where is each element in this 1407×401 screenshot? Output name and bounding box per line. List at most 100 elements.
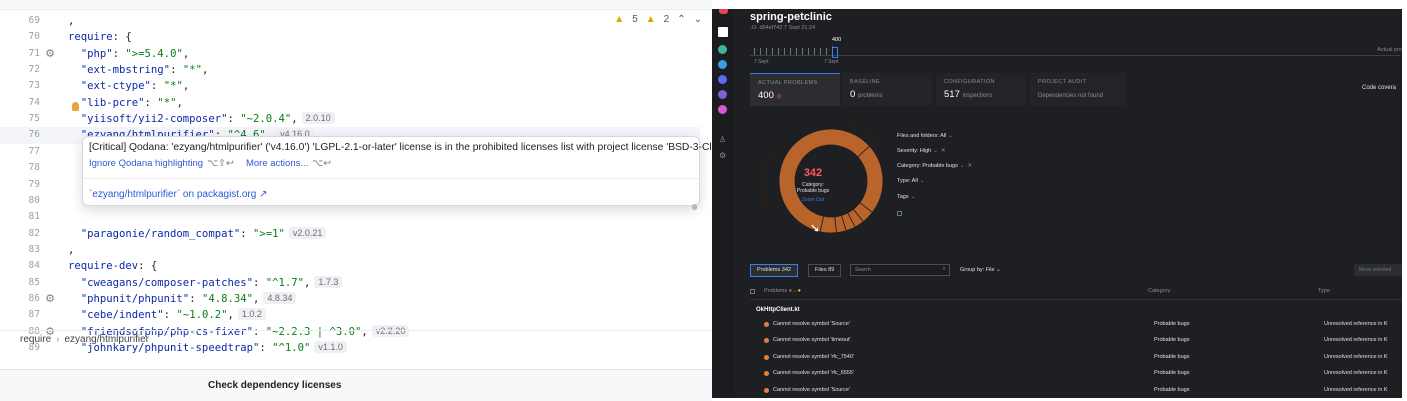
code-line[interactable]: 85 "cweagans/composer-patches": "^1.7", 1… [0,275,700,291]
more-actions-action[interactable]: More actions... [246,158,308,169]
search-input[interactable]: Search ⌕ [850,264,950,276]
move-selected-button[interactable]: Move selected [1354,264,1402,276]
code-line[interactable]: 73 "ext-ctype": "*", [0,78,700,94]
timeline-bar[interactable] [766,48,767,55]
breadcrumb-item[interactable]: ezyang/htmlpurifier [64,334,148,345]
filter-files[interactable]: Files and folders: All ⌄ [897,133,953,139]
table-row[interactable]: Cannot resolve symbol 'Source' Probable b… [750,386,1402,398]
filter-checkbox[interactable] [897,211,902,216]
timeline-bar[interactable] [772,48,773,55]
file-group-header[interactable]: OkHttpClient.kt [756,307,800,313]
code-line[interactable]: 87 "cebe/indent": "~1.0.2", 1.0.2 [0,307,700,323]
select-all-checkbox[interactable] [750,289,755,294]
table-row[interactable]: Cannot resolve symbol 'timeout' Probable … [750,336,1402,350]
code-token: , [252,292,260,305]
code-line[interactable]: 81 [0,209,700,225]
filter-label: Type: All [897,178,918,184]
stat-project-audit[interactable]: PROJECT AUDIT Dependencies not found [1030,73,1125,106]
sunburst-segment[interactable] [857,145,884,213]
code-line[interactable]: 69, [0,13,700,29]
stat-actual-problems[interactable]: ACTUAL PROBLEMS 400 ◎ [750,73,840,106]
timeline-bar[interactable] [754,48,755,55]
code-token: : [163,309,177,322]
timeline[interactable] [750,45,1400,59]
code-line[interactable]: 70 require: { [0,29,700,45]
code-token: : { [112,31,132,44]
code-token: "phpunit/phpunit" [68,292,190,305]
timeline-bar[interactable] [760,48,761,55]
timeline-bar[interactable] [826,48,827,55]
timeline-bar[interactable] [814,48,815,55]
gear-icon[interactable]: ⚙ [44,291,56,307]
column-problems[interactable]: Problems ●→● [764,288,801,294]
table-row[interactable]: Cannot resolve symbol 'rfc_6555' Probable… [750,369,1402,383]
table-row[interactable]: Cannot resolve symbol 'rfc_7540' Probable… [750,353,1402,367]
clear-filter-icon[interactable]: ✕ [967,163,972,169]
code-line[interactable]: 71 ⚙ "php": ">=5.4.0", [0,46,700,62]
code-line[interactable]: 82 "paragonie/random_compat": ">=1" v2.0.… [0,226,700,242]
nav-avatar-icon[interactable] [718,90,727,99]
code-token: "cebe/indent" [68,309,164,322]
nav-avatar-icon[interactable] [718,60,727,69]
timeline-bar[interactable] [808,48,809,55]
timeline-bar[interactable] [790,48,791,55]
stat-baseline[interactable]: BASELINE 0 problems [842,73,932,106]
ignore-highlighting-action[interactable]: Ignore Qodana highlighting [89,158,203,169]
timeline-bar[interactable] [796,48,797,55]
filter-type[interactable]: Type: All ⌄ [897,178,924,184]
timeline-bar[interactable] [820,48,821,55]
ide-editor-panel: ▲ 5 ▲ 2 ⌃ ⌄ 69, 70 require: {71 ⚙ "php": ">… [0,0,712,401]
tab-problems[interactable]: Problems 342 [750,264,798,277]
column-category[interactable]: Category [1148,288,1170,294]
code-line[interactable]: 84 require-dev: { [0,258,700,274]
code-token: , [68,243,75,256]
nav-avatar-icon[interactable] [718,75,727,84]
problems-sunburst-chart[interactable]: Unresolved reference in Kotlin Constant … [748,113,914,249]
problem-message: Cannot resolve symbol 'timeout' [773,337,851,344]
group-by-dropdown[interactable]: Group by: File ⌄ [960,267,1001,273]
code-coverage-tab[interactable]: Code covera [1362,85,1396,91]
column-type[interactable]: Type [1318,288,1330,294]
lightbulb-icon[interactable] [72,102,79,111]
timeline-bar[interactable] [778,48,779,55]
line-number: 75 [28,113,40,125]
code-token: , [182,80,190,93]
problem-type: Unresolved reference in K [1324,337,1388,344]
version-hint: 1.7.3 [314,275,343,288]
table-row[interactable]: Cannot resolve symbol 'Source' Probable b… [750,320,1402,334]
stat-suffix: inspections [962,93,993,99]
zoom-out-link[interactable]: Zoom Out [788,197,838,203]
code-line[interactable]: 75 "yiisoft/yii2-composer": "~2.0.4", 2.0… [0,111,700,127]
code-line[interactable]: 72 "ext-mbstring": "*", [0,62,700,78]
scrollbar-marker[interactable] [692,204,697,210]
project-icon[interactable] [718,27,728,37]
version-hint: 1.0.2 [237,308,266,321]
tab-files[interactable]: Files 89 [808,264,842,277]
problem-category: Probable bugs [1154,386,1190,393]
settings-icon[interactable]: ⚙ [719,151,726,160]
code-line[interactable]: 86 ⚙ "phpunit/phpunit": "4.8.34", 4.8.34 [0,291,700,307]
code-line[interactable]: 74 "lib-pcre": "*", [0,95,700,111]
packagist-link[interactable]: `ezyang/htmlpurifier` on packagist.org ↗ [89,189,267,200]
stat-configuration[interactable]: CONFIGURATION 517 inspections [936,73,1026,106]
code-line[interactable]: 83, [0,242,700,258]
filter-category[interactable]: Category: Probable bugs ⌄ ✕ [897,163,972,169]
filter-tags[interactable]: Tags ⌄ [897,194,915,200]
timeline-date: 7 Sept [754,59,769,65]
clear-filter-icon[interactable]: ✕ [941,148,946,154]
sunburst-segment[interactable] [819,215,837,234]
nav-avatar-icon[interactable] [718,45,727,54]
table-header: Problems ●→● Category Type [750,287,1402,299]
line-number: 87 [28,309,40,321]
line-number: 85 [28,276,40,288]
timeline-bar[interactable] [802,48,803,55]
gear-icon[interactable]: ⚙ [44,46,56,62]
user-icon[interactable]: ♙ [719,135,726,144]
nav-avatar-icon[interactable] [718,105,727,114]
filter-severity[interactable]: Severity: High ⌄ ✕ [897,148,945,154]
breadcrumb-item[interactable]: require [20,334,51,345]
timeline-bar[interactable] [784,48,785,55]
stat-label: BASELINE [850,79,881,85]
stat-label: CONFIGURATION [944,79,995,85]
timeline-selection[interactable] [832,47,838,58]
